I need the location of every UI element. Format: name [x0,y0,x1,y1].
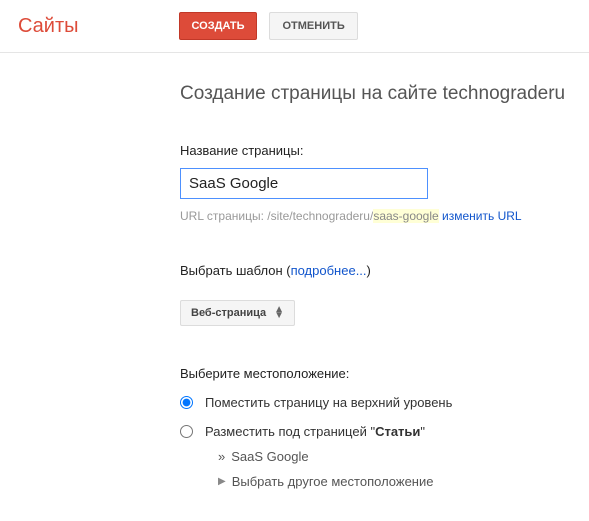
page-name-label: Название страницы: [180,143,589,158]
page-title: Создание страницы на сайте technograderu [180,83,589,105]
radio-under-label: Разместить под страницей "Статьи" [205,424,425,439]
cancel-button[interactable]: Отменить [269,12,357,40]
triangle-icon: ▶ [218,476,226,487]
radio-top[interactable] [180,396,193,409]
location-section: Выберите местоположение: Поместить стран… [180,366,589,489]
radio-top-label: Поместить страницу на верхний уровень [205,395,452,410]
header: Сайты СОЗДАТЬ Отменить [0,0,589,53]
content: Создание страницы на сайте technograderu… [0,53,589,489]
raquo-icon: » [218,449,225,464]
location-option-top[interactable]: Поместить страницу на верхний уровень [180,395,589,410]
location-label: Выберите местоположение: [180,366,589,381]
url-line: URL страницы: /site/technograderu/saas-g… [180,209,589,223]
create-button[interactable]: СОЗДАТЬ [179,12,258,40]
sub-current-page: » SaaS Google [218,449,589,464]
logo: Сайты [18,15,79,38]
url-slug: saas-google [373,209,438,223]
sort-icon: ▲▼ [274,307,284,319]
change-url-link[interactable]: изменить URL [442,209,522,223]
template-more-link[interactable]: подробнее... [291,263,367,278]
template-section: Выбрать шаблон (подробнее...) Веб-страни… [180,263,589,326]
location-option-under[interactable]: Разместить под страницей "Статьи" [180,424,589,439]
page-name-input[interactable] [180,168,428,199]
radio-under[interactable] [180,425,193,438]
location-sublist: » SaaS Google ▶ Выбрать другое местополо… [218,449,589,489]
url-prefix: URL страницы: /site/technograderu/ [180,209,373,223]
template-selected: Веб-страница [191,307,266,319]
template-label: Выбрать шаблон (подробнее...) [180,263,589,278]
sub-other-location[interactable]: ▶ Выбрать другое местоположение [218,474,589,489]
template-select[interactable]: Веб-страница ▲▼ [180,300,295,326]
